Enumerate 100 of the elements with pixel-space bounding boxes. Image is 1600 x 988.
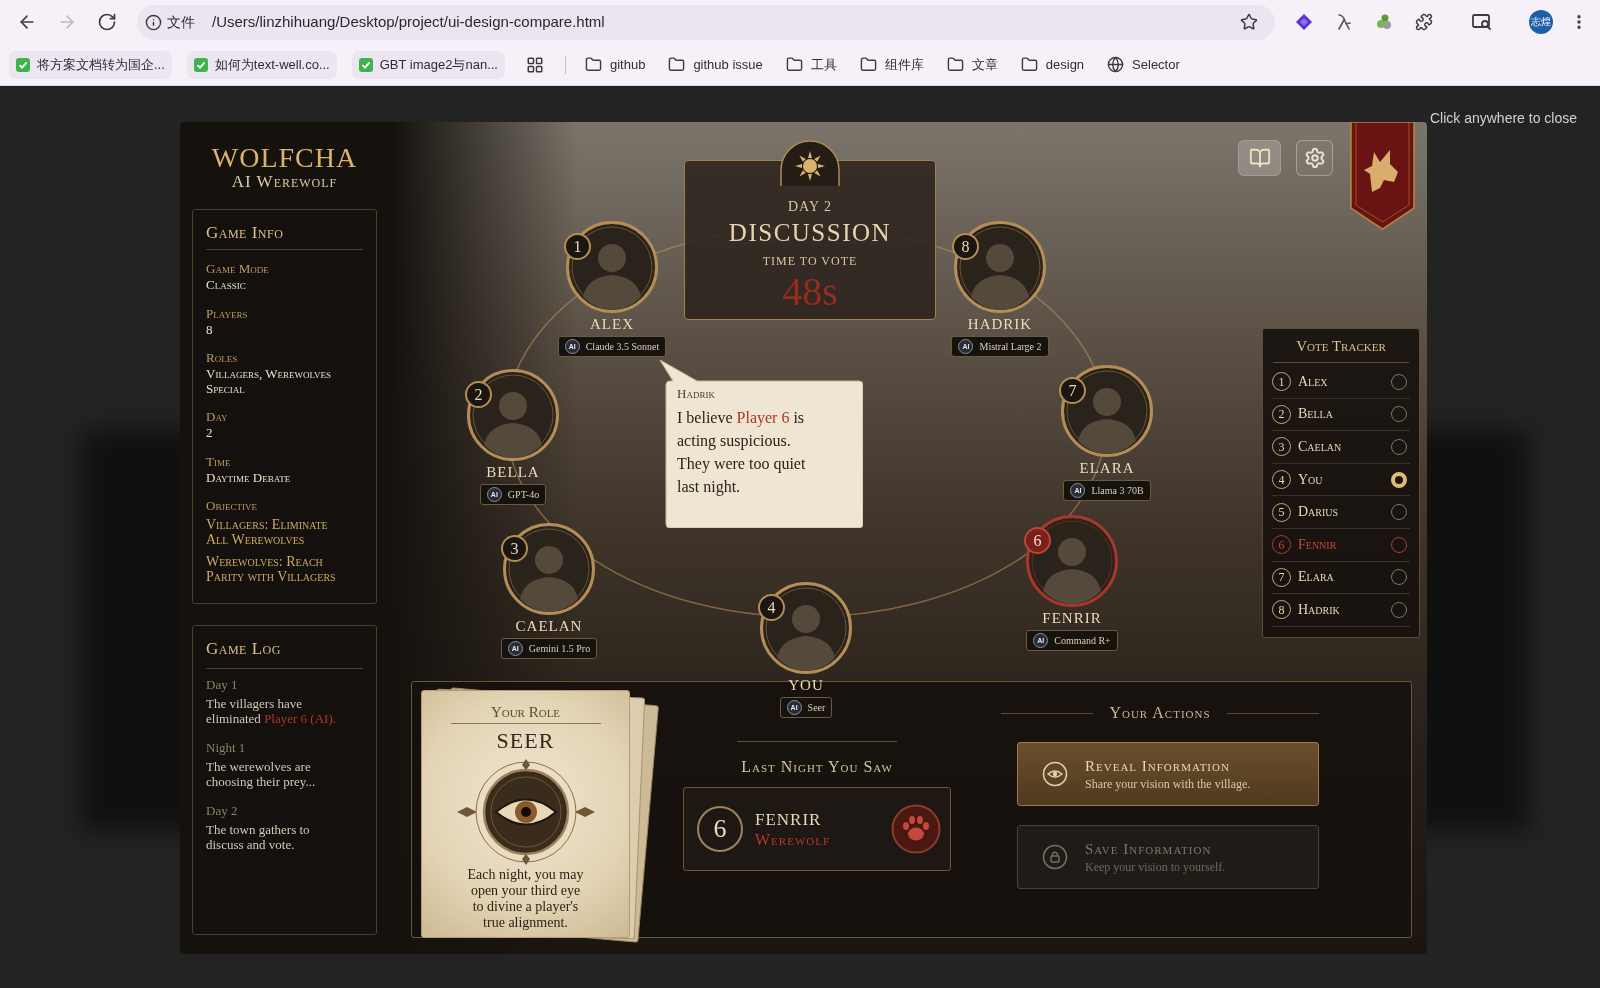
model-name: Llama 3 70B (1091, 484, 1144, 497)
folder-icon (946, 56, 964, 73)
settings-button[interactable] (1296, 140, 1333, 176)
vote-name: You (1298, 471, 1323, 488)
card-title: Game Info (206, 222, 285, 244)
speaker-name: Hadrik (677, 386, 716, 402)
info-value: 2 (206, 426, 214, 441)
folder-icon (584, 56, 602, 73)
model-name: Mistral Large 2 (979, 340, 1042, 353)
apps-icon[interactable] (525, 55, 544, 74)
vote-name: Elara (1298, 569, 1334, 586)
speech-text: I believe Player 6 is acting suspicious. They were too quiet last night. (677, 408, 807, 498)
model-name: Seer (807, 701, 826, 714)
log-text: The werewolves are choosing their prey... (206, 759, 317, 789)
info-label: Objective (206, 499, 258, 513)
log-phase: Night 1 (206, 740, 247, 755)
actions-title: Your Actions (1109, 703, 1211, 723)
player-name: HADRIK (967, 315, 1033, 333)
eye-icon (1042, 761, 1068, 787)
vote-name: Fennir (1298, 536, 1337, 553)
player-name: YOU (788, 676, 824, 694)
circles-icon[interactable] (1375, 13, 1393, 31)
vote-name: Alex (1298, 373, 1328, 390)
role-description: Each night, you may open your third eye to divine a player's true alignment. (466, 867, 585, 931)
action-option[interactable]: Save Information Keep your vision to yourself. (1017, 825, 1319, 889)
player-name: ELARA (1079, 459, 1135, 477)
vote-name: Darius (1298, 504, 1339, 521)
puzzle-icon[interactable] (1415, 13, 1433, 31)
bookmark-star-icon[interactable] (1240, 13, 1258, 31)
player-name: ALEX (590, 315, 634, 333)
check-icon (358, 57, 373, 72)
paw-icon (891, 804, 941, 854)
close-hint[interactable]: Click anywhere to close (1429, 109, 1577, 127)
bookmark-folder[interactable]: 文章 (942, 50, 1002, 79)
objective-text: Werewolves: Reach Parity with Villagers (206, 554, 337, 584)
vision-title: Last Night You Saw (741, 757, 893, 777)
url-text[interactable]: /Users/linzhihuang/Desktop/project/ui-design-compare.html (212, 10, 605, 34)
vote-name: Caelan (1298, 439, 1342, 455)
card-title: Game Log (206, 638, 282, 660)
bookmark-folder[interactable]: design (1016, 50, 1089, 79)
logo-title: WOLFCHA (211, 145, 358, 171)
info-label: Players (206, 306, 249, 321)
info-label: Day (206, 410, 229, 424)
modal-overlay[interactable] (0, 86, 1600, 988)
lambda-icon[interactable] (1335, 13, 1353, 31)
globe-icon (1107, 56, 1125, 73)
diamond-icon[interactable] (1295, 13, 1313, 31)
folder-icon (1020, 56, 1038, 73)
timer-value: 48s (782, 272, 838, 312)
book-button[interactable] (1238, 140, 1281, 176)
player-avatar[interactable] (954, 221, 1046, 313)
bookmark-link[interactable]: 将方案文档转为国企... (9, 50, 172, 79)
bookmark-folder[interactable]: github issue (664, 50, 767, 79)
wolf-banner-icon (1350, 122, 1415, 230)
info-label: Roles (206, 351, 239, 365)
model-name: Command R+ (1054, 634, 1111, 647)
log-phase: Day 2 (206, 803, 239, 818)
seen-player-name: FENRIR (755, 808, 823, 830)
model-name: Gemini 1.5 Pro (528, 642, 591, 655)
role-name: SEER (496, 729, 555, 753)
profile-avatar[interactable]: 志煌 (1529, 10, 1553, 34)
action-option[interactable]: Reveal Information Share your vision with the village. (1017, 742, 1319, 806)
window-search-icon[interactable] (1472, 13, 1492, 31)
model-name: GPT-4o (507, 488, 540, 501)
player-avatar[interactable] (467, 369, 559, 461)
vote-radio[interactable] (1391, 471, 1407, 488)
reload-icon[interactable] (97, 12, 117, 32)
vote-name: Bella (1298, 406, 1333, 423)
player-avatar[interactable] (503, 523, 595, 615)
bookmark-folder[interactable]: github (580, 50, 650, 79)
security-label[interactable]: 文件 (167, 11, 195, 33)
bookmark-link[interactable]: Selector (1103, 50, 1184, 79)
player-number: 6 (697, 806, 743, 852)
bookmark-folder[interactable]: 工具 (781, 50, 841, 79)
check-icon (193, 57, 208, 72)
logo-subtitle: AI Werewolf (231, 173, 338, 191)
day-label: DAY 2 (788, 198, 832, 216)
model-name: Claude 3.5 Sonnet (585, 340, 660, 353)
settings-icon (1303, 147, 1326, 169)
log-text: The town gathers to discuss and vote. (206, 822, 311, 852)
lock-icon (1042, 844, 1068, 870)
check-icon (16, 57, 30, 72)
bookmark-folder[interactable]: 组件库 (855, 50, 928, 79)
bookmark-link[interactable]: 如何为text-well.co... (186, 50, 337, 79)
address-bar[interactable]: 文件 /Users/linzhihuang/Desktop/project/ui-design-compare.html (137, 4, 1275, 40)
info-value: 8 (206, 322, 214, 337)
vote-name: Hadrik (1298, 601, 1340, 618)
info-value: Classic (206, 278, 247, 293)
log-phase: Day 1 (206, 677, 239, 692)
phase-title: DISCUSSION (728, 219, 892, 247)
info-icon[interactable] (145, 13, 162, 31)
timer-label: TIME TO VOTE (762, 253, 858, 269)
player-avatar[interactable] (760, 582, 852, 674)
player-name: FENRIR (1042, 609, 1102, 627)
seen-player-role: Werewolf (755, 829, 831, 850)
player-avatar[interactable] (566, 221, 658, 313)
player-avatar[interactable] (1061, 365, 1153, 457)
player-name: CAELAN (515, 617, 583, 635)
bookmark-link[interactable]: GBT image2与nan... (351, 50, 505, 79)
folder-icon (859, 56, 877, 73)
